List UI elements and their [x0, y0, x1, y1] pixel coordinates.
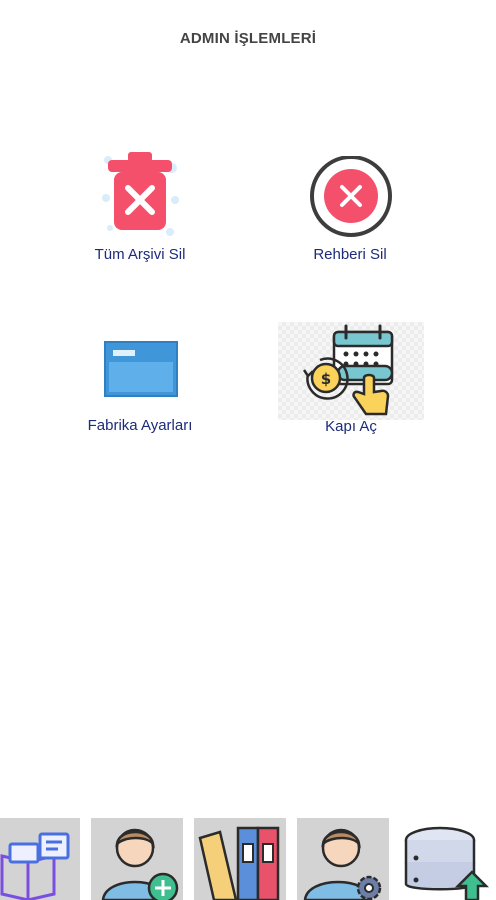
bottom-dock	[0, 818, 496, 900]
binders-icon	[198, 826, 280, 900]
window-icon	[103, 340, 179, 398]
trash-delete-icon	[100, 148, 180, 240]
dock-book-messages-button[interactable]	[0, 818, 80, 900]
database-upload-icon	[404, 826, 490, 900]
user-settings-icon	[303, 828, 382, 900]
dock-user-settings-button[interactable]	[297, 818, 389, 900]
tile-label: Tüm Arşivi Sil	[94, 246, 186, 263]
dock-database-upload-button[interactable]	[400, 818, 496, 900]
dock-add-user-button[interactable]	[91, 818, 183, 900]
book-messages-icon	[0, 832, 70, 900]
svg-text:$: $	[321, 370, 331, 388]
open-door-button[interactable]: $ Kapı Aç	[278, 322, 424, 440]
delete-contacts-button[interactable]: Rehberi Sil	[280, 148, 420, 268]
circle-x-icon	[308, 155, 394, 242]
page-title: ADMIN İŞLEMLERİ	[179, 30, 317, 47]
tile-label: Fabrika Ayarları	[87, 417, 193, 434]
delete-all-archive-button[interactable]: Tüm Arşivi Sil	[70, 148, 210, 268]
factory-settings-button[interactable]: Fabrika Ayarları	[70, 335, 210, 440]
calendar-touch-icon: $	[278, 322, 424, 420]
tile-label: Rehberi Sil	[313, 246, 387, 263]
dock-binders-button[interactable]	[194, 818, 286, 900]
tile-label: Kapı Aç	[325, 418, 377, 435]
add-user-icon	[101, 828, 179, 900]
